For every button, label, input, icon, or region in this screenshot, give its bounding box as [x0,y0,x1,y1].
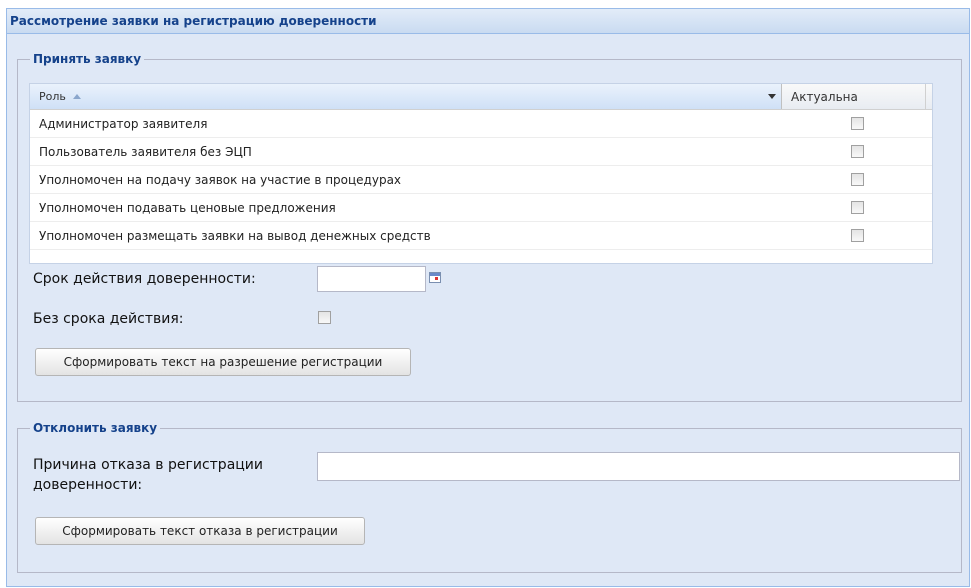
active-checkbox[interactable] [851,145,864,158]
table-row[interactable]: Уполномочен размещать заявки на вывод де… [30,222,932,250]
column-role-label: Роль [39,90,66,103]
form-permit-text-button[interactable]: Сформировать текст на разрешение регистр… [35,348,411,376]
active-checkbox[interactable] [851,173,864,186]
reject-legend: Отклонить заявку [33,421,158,435]
reject-fieldset: Отклонить заявку [17,421,962,573]
form-reject-text-button[interactable]: Сформировать текст отказа в регистрации [35,517,365,545]
reason-label-line2: доверенности: [33,477,143,493]
accept-legend: Принять заявку [33,52,142,66]
role-cell: Уполномочен размещать заявки на вывод де… [39,229,431,243]
table-row[interactable]: Администратор заявителя [30,110,932,138]
table-row[interactable]: Пользователь заявителя без ЭЦП [30,138,932,166]
reason-label-line1: Причина отказа в регистрации [33,457,263,473]
reject-reason-input[interactable] [317,452,960,481]
active-checkbox[interactable] [851,229,864,242]
validity-date-input[interactable] [317,266,426,292]
column-menu-icon[interactable] [765,89,779,103]
validity-label: Срок действия доверенности: [33,271,256,287]
date-picker-trigger[interactable] [426,266,446,292]
role-cell: Уполномочен на подачу заявок на участие … [39,173,402,187]
column-active-label: Актуальна [791,90,858,104]
role-cell: Администратор заявителя [39,117,208,131]
column-header-role[interactable]: Роль [30,84,782,109]
role-cell: Пользователь заявителя без ЭЦП [39,145,252,159]
table-row[interactable]: Уполномочен подавать ценовые предложения [30,194,932,222]
panel-title: Рассмотрение заявки на регистрацию довер… [7,9,969,34]
column-header-active[interactable]: Актуальна [782,84,926,109]
table-row[interactable]: Уполномочен на подачу заявок на участие … [30,166,932,194]
calendar-icon [429,272,441,283]
role-cell: Уполномочен подавать ценовые предложения [39,201,336,215]
no-term-checkbox[interactable] [318,311,331,324]
active-checkbox[interactable] [851,201,864,214]
no-term-label: Без срока действия: [33,311,184,327]
sort-asc-icon [73,94,81,99]
grid-header: Роль Актуальна [30,84,932,110]
active-checkbox[interactable] [851,117,864,130]
roles-grid: Роль Актуальна Администратор заявителя П… [29,83,933,264]
